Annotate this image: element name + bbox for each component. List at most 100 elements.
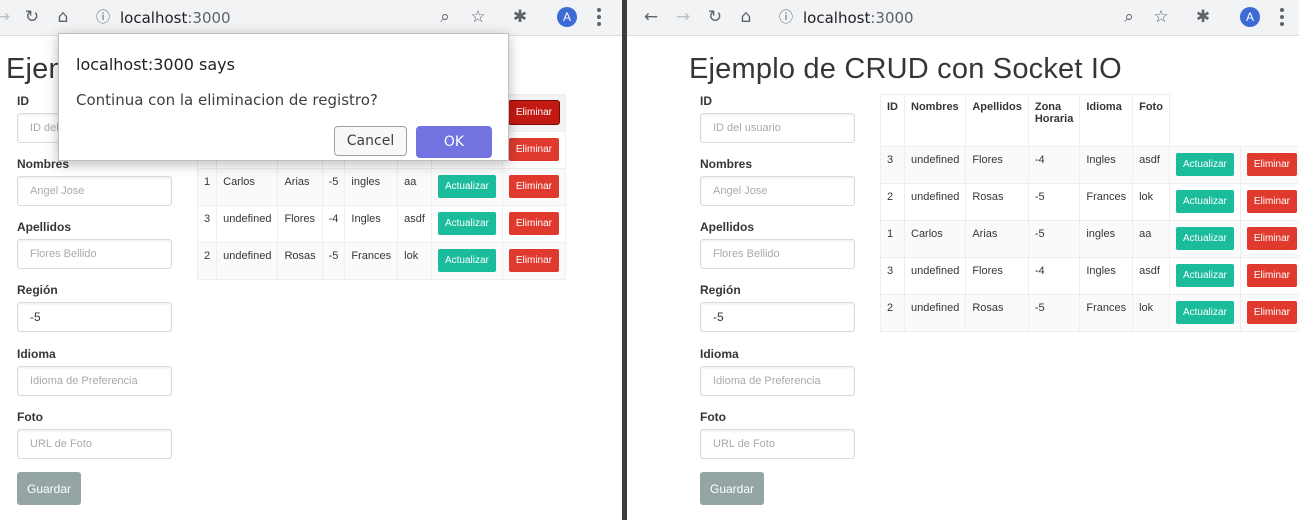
foto-label: Foto [17, 410, 43, 424]
update-button[interactable]: Actualizar [437, 175, 496, 198]
delete-button[interactable]: Eliminar [508, 138, 559, 161]
foto-input[interactable]: URL de Foto [700, 429, 855, 459]
back-icon[interactable]: ← [640, 6, 662, 28]
header-zona-horaria: Zona Horaria [1027, 94, 1081, 147]
apellidos-input[interactable]: Flores Bellido [17, 239, 172, 269]
update-button[interactable]: Actualizar [437, 249, 496, 272]
foto-input[interactable]: URL de Foto [17, 429, 172, 459]
delete-button[interactable]: Eliminar [1246, 264, 1297, 287]
region-label: Región [700, 283, 741, 297]
cell-nombres: undefined [216, 242, 279, 280]
address-bar[interactable]: ⓘ localhost:3000 ⌕ ☆ [86, 4, 496, 31]
cell-id: 1 [880, 220, 905, 258]
table-row: 2 undefined Rosas -5 Frances lok Actuali… [880, 183, 1299, 221]
id-input[interactable]: ID del usuario [700, 113, 855, 143]
region-input[interactable]: -5 [17, 302, 172, 332]
cell-zona: -5 [1027, 183, 1081, 221]
extension-icon[interactable]: ✱ [509, 6, 531, 28]
idioma-input[interactable]: Idioma de Preferencia [700, 366, 855, 396]
nombres-input[interactable]: Angel Jose [700, 176, 855, 206]
save-button[interactable]: Guardar [17, 472, 81, 505]
update-button[interactable]: Actualizar [1175, 264, 1234, 287]
cell-update: Actualizar [1168, 146, 1241, 184]
forward-icon[interactable]: → [672, 6, 694, 28]
cell-nombres: Carlos [903, 220, 967, 258]
records-table: ID Nombres Apellidos Zona Horaria Idioma… [880, 94, 1299, 332]
cell-foto: asdf [1132, 257, 1170, 295]
bookmark-star-icon[interactable]: ☆ [467, 6, 489, 28]
apellidos-input[interactable]: Flores Bellido [700, 239, 855, 269]
browser-window-left: → ↻ ⌂ ⓘ localhost:3000 ⌕ ☆ ✱ A Ejem ID I… [0, 0, 622, 520]
forward-icon[interactable]: → [0, 6, 14, 28]
cell-id: 2 [880, 294, 905, 332]
delete-button[interactable]: Eliminar [1246, 153, 1297, 176]
table-row: 2 undefined Rosas -5 Frances lok Actuali… [880, 294, 1299, 332]
table-row: 1 Carlos Arias -5 ingles aa Actualizar E… [880, 220, 1299, 258]
home-icon[interactable]: ⌂ [735, 6, 757, 28]
delete-button[interactable]: Eliminar [508, 212, 559, 235]
menu-dots-icon[interactable] [1280, 8, 1284, 26]
save-button[interactable]: Guardar [700, 472, 764, 505]
address-bar[interactable]: ⓘ localhost:3000 ⌕ ☆ [769, 4, 1179, 31]
cell-delete: Eliminar [501, 131, 567, 169]
cell-apellidos: Flores [965, 146, 1029, 184]
cell-nombres: undefined [216, 205, 279, 243]
region-label: Región [17, 283, 58, 297]
header-id: ID [880, 94, 905, 147]
cell-zona: -5 [321, 242, 346, 280]
cell-id: 3 [880, 146, 905, 184]
delete-button[interactable]: Eliminar [1246, 190, 1297, 213]
delete-button[interactable]: Eliminar [508, 101, 559, 124]
update-button[interactable]: Actualizar [1175, 153, 1234, 176]
cell-foto: lok [1132, 183, 1170, 221]
update-button[interactable]: Actualizar [1175, 301, 1234, 324]
cell-zona: -4 [1027, 257, 1081, 295]
reload-icon[interactable]: ↻ [704, 6, 726, 28]
bookmark-star-icon[interactable]: ☆ [1150, 6, 1172, 28]
cell-id: 2 [880, 183, 905, 221]
delete-button[interactable]: Eliminar [1246, 227, 1297, 250]
cell-update: Actualizar [430, 205, 503, 243]
page-title: Ejemplo de CRUD con Socket IO [689, 53, 1122, 85]
cell-delete: Eliminar [1239, 183, 1299, 221]
id-label: ID [17, 94, 29, 108]
cell-idioma: Ingles [1079, 257, 1134, 295]
info-icon[interactable]: ⓘ [775, 6, 797, 28]
cell-zona: -5 [1027, 220, 1081, 258]
cell-idioma: Frances [1079, 294, 1134, 332]
cell-delete: Eliminar [501, 205, 567, 243]
extension-icon[interactable]: ✱ [1192, 6, 1214, 28]
avatar[interactable]: A [1240, 7, 1260, 27]
update-button[interactable]: Actualizar [1175, 227, 1234, 250]
home-icon[interactable]: ⌂ [52, 6, 74, 28]
cell-update: Actualizar [1168, 257, 1241, 295]
header-idioma: Idioma [1079, 94, 1134, 147]
table-row: 3 undefined Flores -4 Ingles asdf Actual… [196, 205, 567, 243]
menu-dots-icon[interactable] [597, 8, 601, 26]
zoom-icon[interactable]: ⌕ [434, 6, 456, 28]
zoom-icon[interactable]: ⌕ [1118, 6, 1140, 28]
header-blank [1240, 95, 1299, 147]
header-apellidos: Apellidos [965, 94, 1029, 147]
update-button[interactable]: Actualizar [1175, 190, 1234, 213]
cell-apellidos: Flores [277, 205, 323, 243]
nombres-input[interactable]: Angel Jose [17, 176, 172, 206]
ok-button[interactable]: OK [416, 126, 492, 158]
delete-button[interactable]: Eliminar [508, 249, 559, 272]
cell-foto: asdf [1132, 146, 1170, 184]
idioma-input[interactable]: Idioma de Preferencia [17, 366, 172, 396]
region-input[interactable]: -5 [700, 302, 855, 332]
avatar[interactable]: A [557, 7, 577, 27]
info-icon[interactable]: ⓘ [92, 6, 114, 28]
cell-apellidos: Rosas [965, 294, 1029, 332]
cell-delete: Eliminar [1239, 294, 1299, 332]
idioma-label: Idioma [700, 347, 739, 361]
cancel-button[interactable]: Cancel [334, 126, 407, 156]
delete-button[interactable]: Eliminar [1246, 301, 1297, 324]
cell-foto: aa [1132, 220, 1170, 258]
update-button[interactable]: Actualizar [437, 212, 496, 235]
delete-button[interactable]: Eliminar [508, 175, 559, 198]
cell-zona: -4 [1027, 146, 1081, 184]
cell-update: Actualizar [1168, 294, 1241, 332]
reload-icon[interactable]: ↻ [21, 6, 43, 28]
